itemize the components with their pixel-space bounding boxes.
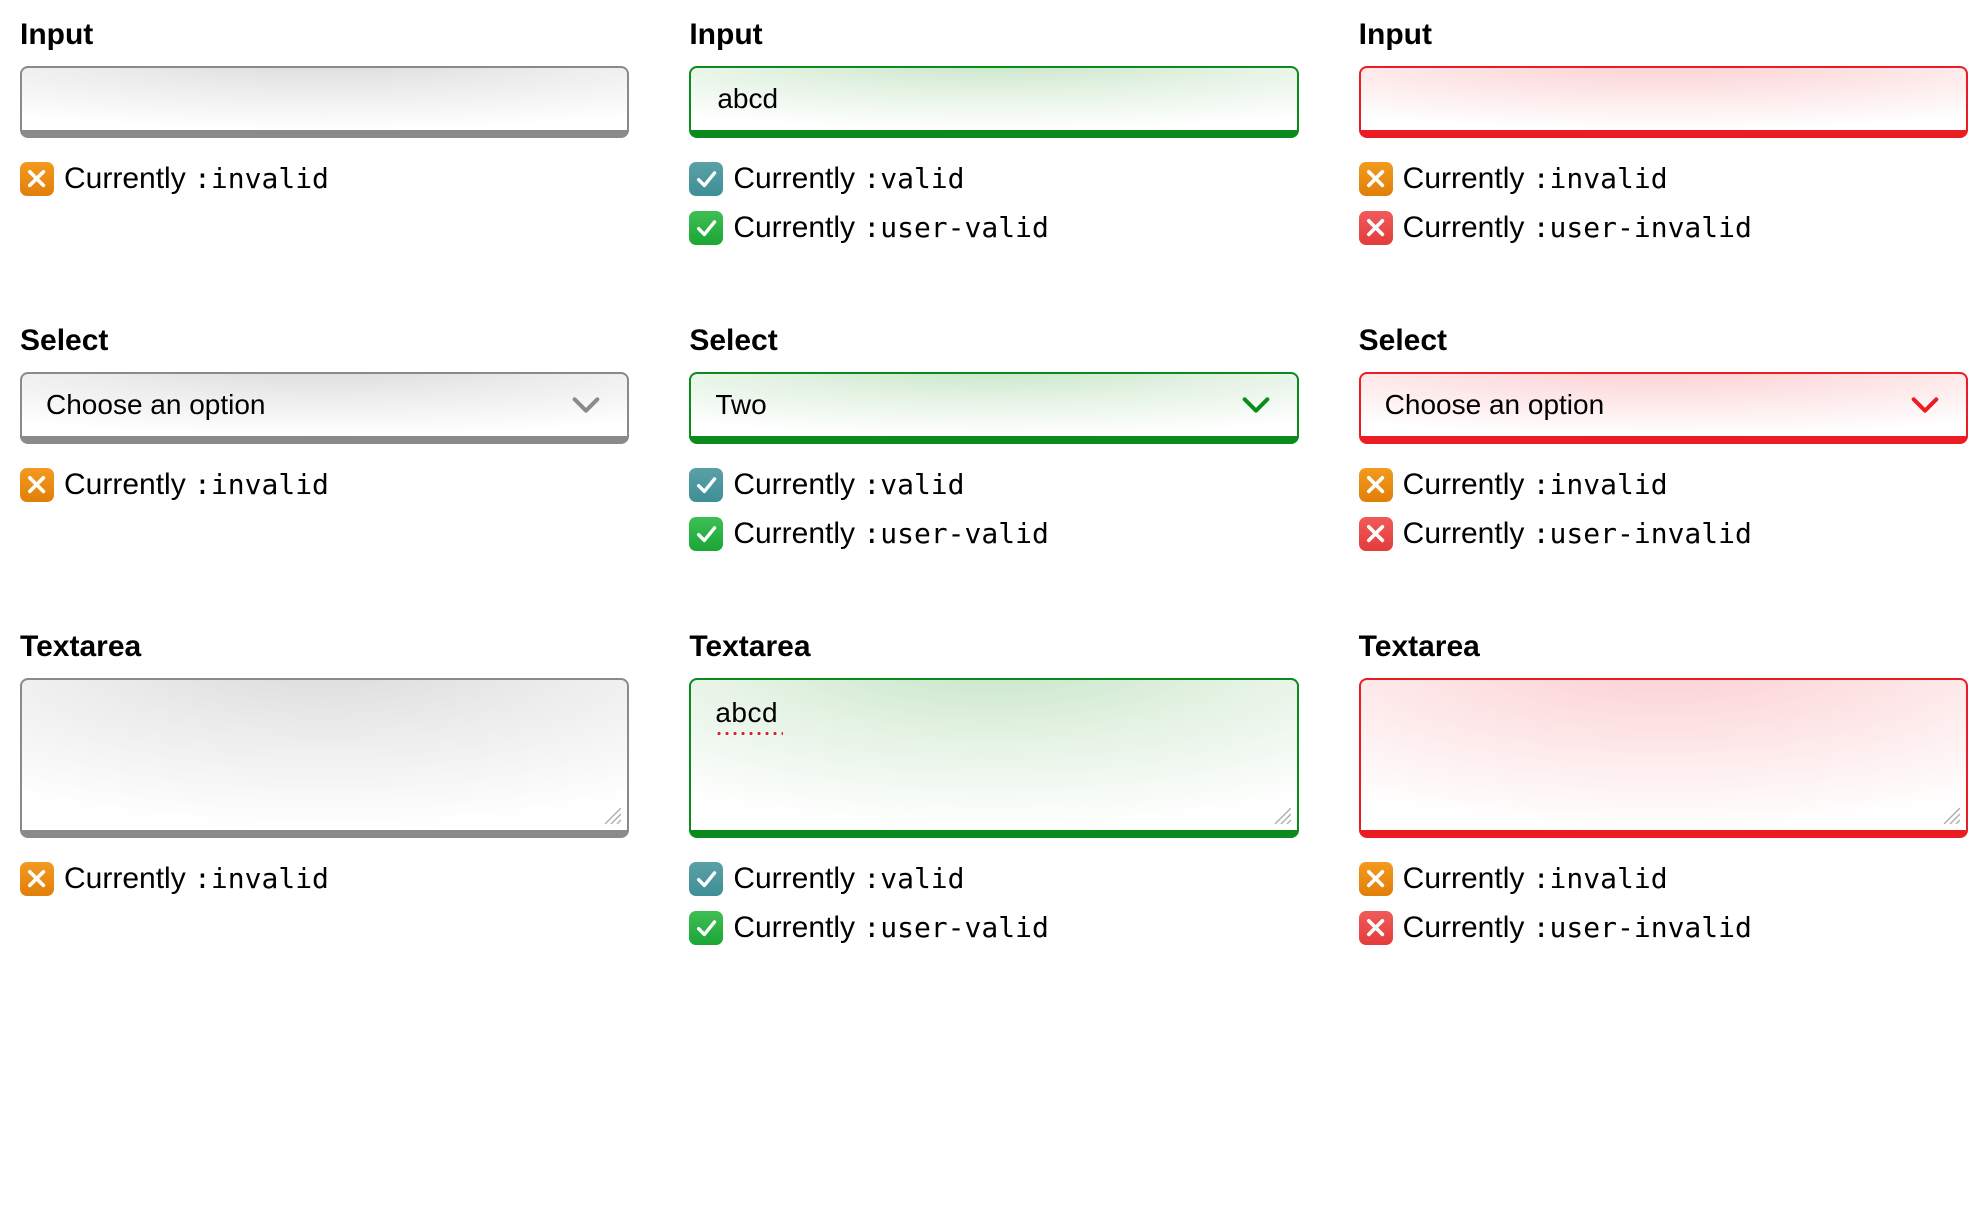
cell-textarea-col1: Textarea Currently :invalid — [20, 630, 629, 954]
status-line-user-valid: Currently :user-valid — [689, 905, 1298, 950]
status-text: Currently :user-valid — [733, 905, 1048, 950]
label-textarea: Textarea — [20, 630, 629, 664]
resize-grip-icon — [601, 804, 621, 824]
status-line-valid: Currently :valid — [689, 156, 1298, 201]
select-field-col1[interactable]: Choose an option — [20, 372, 629, 444]
label-select: Select — [1359, 324, 1968, 358]
cross-icon — [1359, 862, 1393, 896]
status-text: Currently :user-invalid — [1403, 905, 1752, 950]
status-text: Currently :invalid — [1403, 462, 1668, 507]
input-field-col1[interactable] — [20, 66, 629, 138]
status-select-col1: Currently :invalid — [20, 462, 629, 507]
resize-grip-icon — [1940, 804, 1960, 824]
status-select-col3: Currently :invalid Currently :user-inval… — [1359, 462, 1968, 556]
status-textarea-col3: Currently :invalid Currently :user-inval… — [1359, 856, 1968, 950]
chevron-down-icon — [569, 388, 603, 422]
status-line-valid: Currently :valid — [689, 462, 1298, 507]
textarea-col1[interactable] — [46, 696, 603, 830]
label-select: Select — [20, 324, 629, 358]
status-select-col2: Currently :valid Currently :user-valid — [689, 462, 1298, 556]
status-text: Currently :user-valid — [733, 205, 1048, 250]
label-select: Select — [689, 324, 1298, 358]
cross-icon — [1359, 162, 1393, 196]
cross-icon — [1359, 211, 1393, 245]
status-line-valid: Currently :valid — [689, 856, 1298, 901]
check-icon — [689, 211, 723, 245]
status-input-col3: Currently :invalid Currently :user-inval… — [1359, 156, 1968, 250]
cell-textarea-col2: Textarea abcd Currently :valid Currently… — [689, 630, 1298, 954]
select-value-col1: Choose an option — [46, 389, 559, 421]
status-line-user-valid: Currently :user-valid — [689, 205, 1298, 250]
check-icon — [689, 517, 723, 551]
status-text: Currently :invalid — [1403, 856, 1668, 901]
status-line-invalid: Currently :invalid — [1359, 462, 1968, 507]
cell-input-col3: Input Currently :invalid Currently :user… — [1359, 18, 1968, 254]
check-icon — [689, 162, 723, 196]
status-text: Currently :user-invalid — [1403, 205, 1752, 250]
cross-icon — [1359, 911, 1393, 945]
cell-select-col2: Select Two Currently :valid Currently :u… — [689, 324, 1298, 560]
status-text: Currently :valid — [733, 156, 964, 201]
status-text: Currently :invalid — [64, 462, 329, 507]
select-value-col3: Choose an option — [1385, 389, 1898, 421]
status-input-col2: Currently :valid Currently :user-valid — [689, 156, 1298, 250]
cross-icon — [20, 862, 54, 896]
label-input: Input — [689, 18, 1298, 52]
cross-icon — [1359, 468, 1393, 502]
textarea-col3[interactable] — [1385, 696, 1942, 830]
input-col2[interactable] — [715, 82, 1272, 116]
select-value-col2: Two — [715, 389, 1228, 421]
status-line-invalid: Currently :invalid — [20, 462, 629, 507]
status-text: Currently :invalid — [1403, 156, 1668, 201]
cell-input-col1: Input Currently :invalid — [20, 18, 629, 254]
status-line-invalid: Currently :invalid — [20, 856, 629, 901]
textarea-value-col2: abcd — [715, 697, 778, 728]
status-input-col1: Currently :invalid — [20, 156, 629, 201]
cross-icon — [1359, 517, 1393, 551]
status-line-invalid: Currently :invalid — [20, 156, 629, 201]
input-col1[interactable] — [46, 82, 603, 116]
label-textarea: Textarea — [1359, 630, 1968, 664]
status-textarea-col1: Currently :invalid — [20, 856, 629, 901]
status-text: Currently :valid — [733, 462, 964, 507]
label-input: Input — [20, 18, 629, 52]
select-field-col2[interactable]: Two — [689, 372, 1298, 444]
input-col3[interactable] — [1385, 82, 1942, 116]
status-text: Currently :invalid — [64, 856, 329, 901]
cell-select-col1: Select Choose an option Currently :inval… — [20, 324, 629, 560]
label-input: Input — [1359, 18, 1968, 52]
status-line-invalid: Currently :invalid — [1359, 856, 1968, 901]
cross-icon — [20, 162, 54, 196]
textarea-col2[interactable]: abcd — [715, 696, 1272, 735]
cross-icon — [20, 468, 54, 502]
resize-grip-icon — [1271, 804, 1291, 824]
cell-textarea-col3: Textarea Currently :invalid Currently :u… — [1359, 630, 1968, 954]
input-field-col3[interactable] — [1359, 66, 1968, 138]
check-icon — [689, 862, 723, 896]
textarea-field-col1[interactable] — [20, 678, 629, 838]
textarea-field-col2[interactable]: abcd — [689, 678, 1298, 838]
status-text: Currently :invalid — [64, 156, 329, 201]
status-line-user-invalid: Currently :user-invalid — [1359, 905, 1968, 950]
check-icon — [689, 468, 723, 502]
status-line-invalid: Currently :invalid — [1359, 156, 1968, 201]
status-text: Currently :valid — [733, 856, 964, 901]
status-line-user-valid: Currently :user-valid — [689, 511, 1298, 556]
status-text: Currently :user-valid — [733, 511, 1048, 556]
cell-input-col2: Input Currently :valid Currently :user-v… — [689, 18, 1298, 254]
status-textarea-col2: Currently :valid Currently :user-valid — [689, 856, 1298, 950]
label-textarea: Textarea — [689, 630, 1298, 664]
status-text: Currently :user-invalid — [1403, 511, 1752, 556]
input-field-col2[interactable] — [689, 66, 1298, 138]
spellcheck-underline-icon — [715, 732, 783, 735]
textarea-field-col3[interactable] — [1359, 678, 1968, 838]
status-line-user-invalid: Currently :user-invalid — [1359, 511, 1968, 556]
status-line-user-invalid: Currently :user-invalid — [1359, 205, 1968, 250]
cell-select-col3: Select Choose an option Currently :inval… — [1359, 324, 1968, 560]
chevron-down-icon — [1908, 388, 1942, 422]
select-field-col3[interactable]: Choose an option — [1359, 372, 1968, 444]
chevron-down-icon — [1239, 388, 1273, 422]
check-icon — [689, 911, 723, 945]
